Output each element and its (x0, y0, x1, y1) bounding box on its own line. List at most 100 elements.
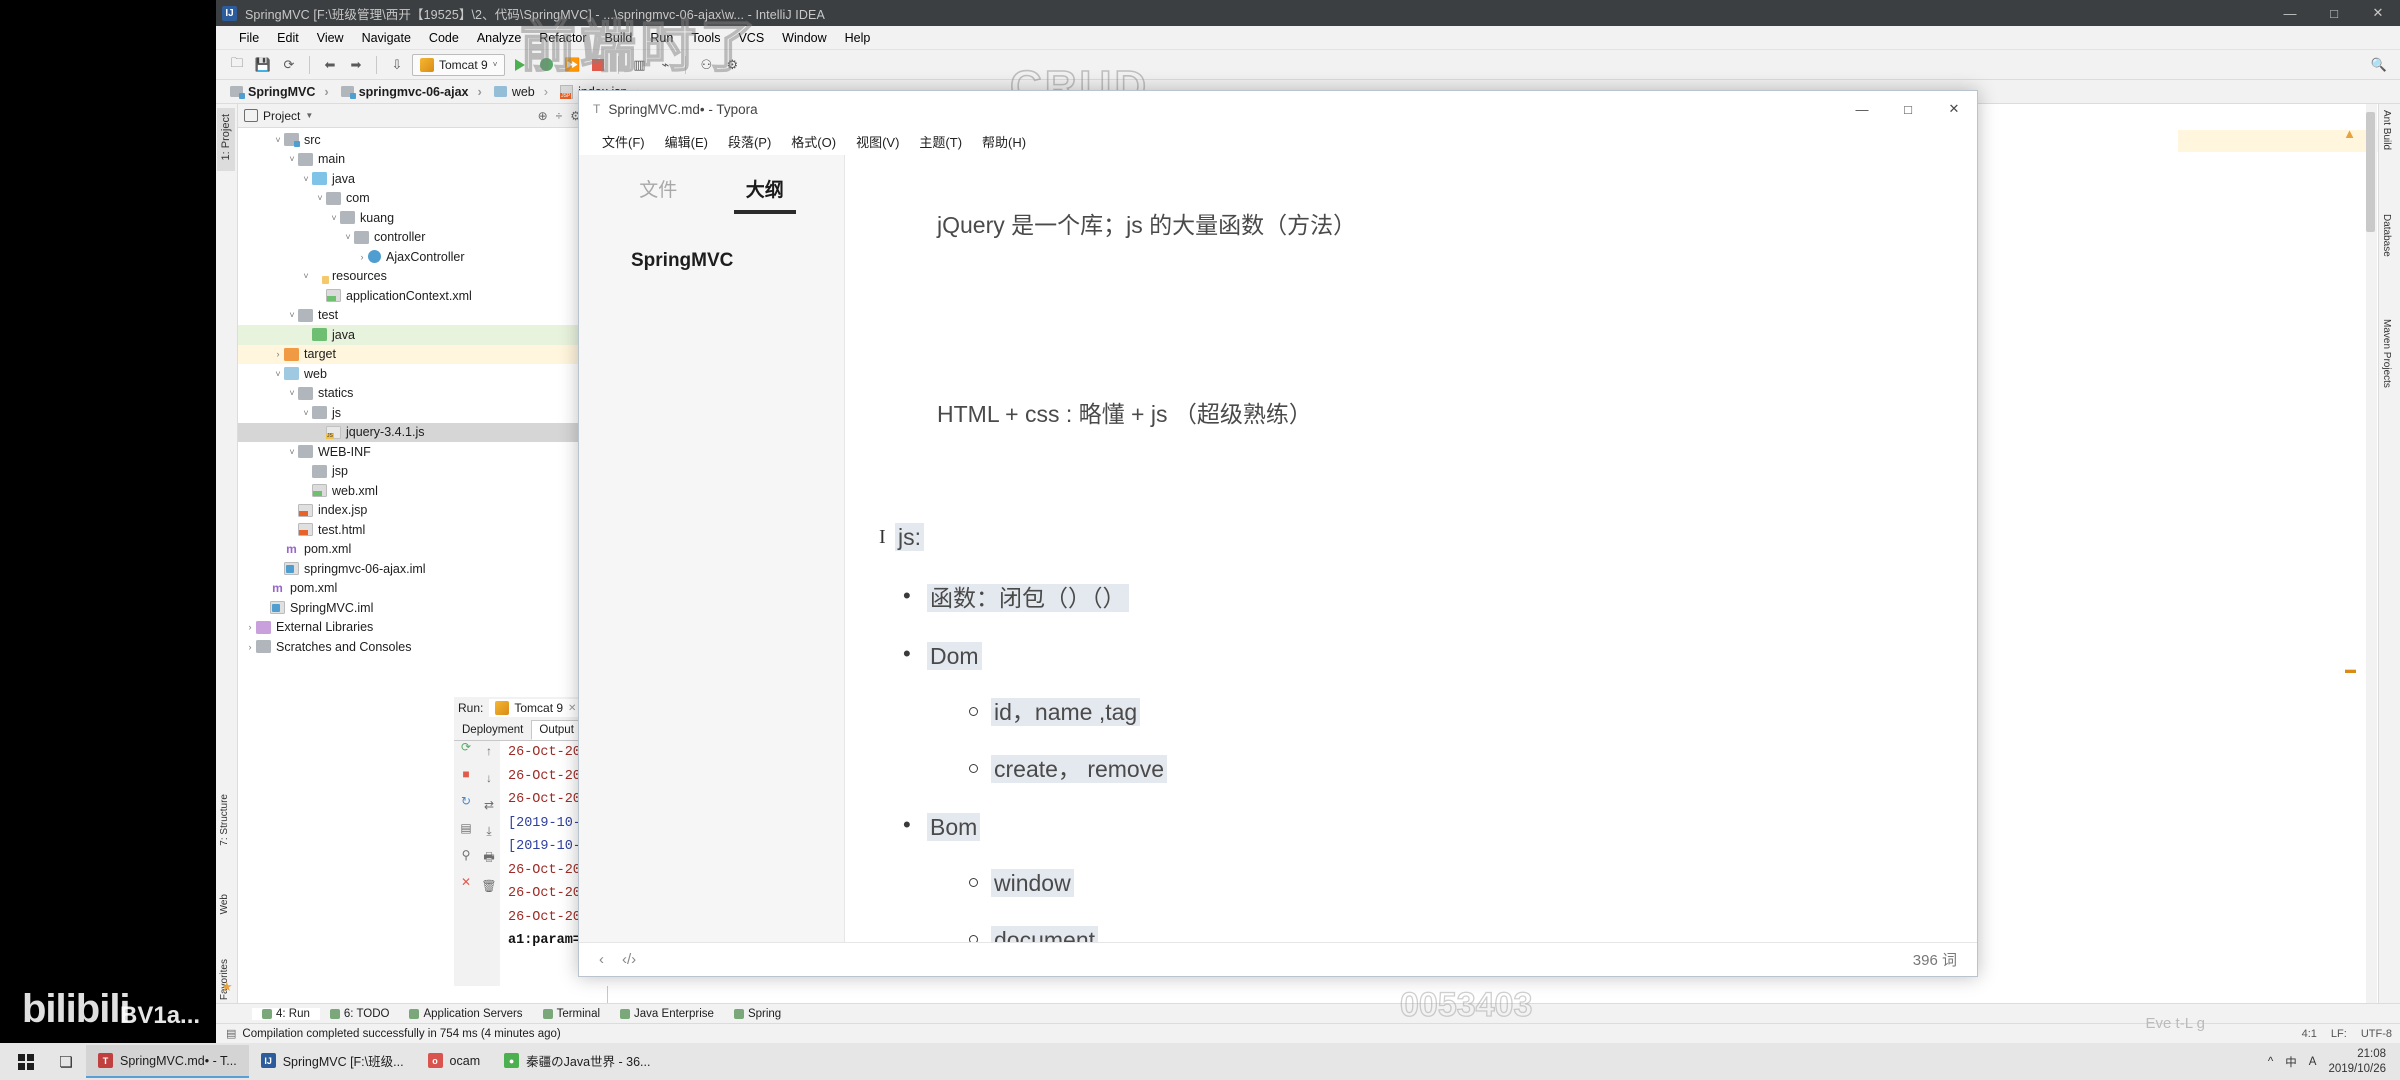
sidebar-item-structure[interactable]: 7: Structure (219, 794, 230, 851)
tree-node[interactable]: ˅ web (238, 364, 607, 384)
list-item[interactable]: 函数：闭包（）（） (893, 579, 1887, 617)
tree-node[interactable]: ˅ resources (238, 267, 607, 287)
breadcrumb-item-web[interactable]: web › (492, 84, 556, 99)
file-encoding[interactable]: UTF-8 (2361, 1028, 2392, 1040)
ime-icon[interactable]: 中 (2285, 1054, 2297, 1070)
export-icon[interactable]: ⤓ (482, 824, 497, 839)
menu-refactor[interactable]: Refactor (530, 29, 595, 47)
list-item[interactable]: create， remove (957, 752, 1887, 788)
tree-node[interactable]: jquery-3.4.1.js (238, 422, 607, 442)
editor-scrollbar[interactable] (2366, 104, 2377, 1003)
menu-file[interactable]: 文件(F) (593, 129, 654, 154)
sidebar-item-ant-build[interactable]: Ant Build (2381, 110, 2400, 155)
tree-node[interactable]: ˅ statics (238, 384, 607, 404)
close-icon[interactable]: ✕ (459, 874, 474, 889)
list-item[interactable]: id，name ,tag (957, 695, 1887, 731)
attach-icon[interactable]: ⌁ (654, 54, 676, 76)
layout-icon[interactable]: ▤ (459, 820, 474, 835)
sync-icon[interactable]: ⟳ (278, 54, 300, 76)
taskbar-item[interactable]: ● 秦疆のJava世界 - 36... (492, 1045, 662, 1078)
paragraph-html-css[interactable]: HTML + css : 略懂 + js （超级熟练） (937, 396, 1887, 433)
tree-node[interactable]: m pom.xml (238, 579, 607, 599)
minimize-button[interactable]: — (1839, 91, 1885, 127)
tool-window-button[interactable]: 6: TODO (320, 1008, 400, 1020)
update-project-icon[interactable]: ⚇ (695, 54, 717, 76)
back-arrow-icon[interactable]: ⬅ (319, 54, 341, 76)
tree-node[interactable]: ˅ com (238, 189, 607, 209)
menu-edit[interactable]: 编辑(E) (656, 129, 717, 154)
profile-icon[interactable]: ▥ (628, 54, 650, 76)
chevron-down-icon[interactable]: ˅ (300, 174, 312, 184)
chevron-down-icon[interactable]: ˅ (286, 154, 298, 164)
tree-node[interactable]: index.jsp (238, 501, 607, 521)
clock[interactable]: 21:08 2019/10/26 (2328, 1047, 2386, 1076)
tree-node[interactable]: ˅ kuang (238, 208, 607, 228)
tree-node[interactable]: springmvc-06-ajax.iml (238, 559, 607, 579)
clear-all-icon[interactable]: 🗑 (481, 878, 496, 893)
menu-edit[interactable]: Edit (268, 29, 308, 47)
tree-node[interactable]: › External Libraries (238, 618, 607, 638)
outline-item-springmvc[interactable]: SpringMVC (631, 250, 844, 272)
tool-window-button[interactable]: Spring (724, 1008, 791, 1020)
menu-analyze[interactable]: Analyze (468, 29, 530, 47)
menu-view[interactable]: View (308, 29, 353, 47)
tree-node[interactable]: › target (238, 344, 607, 364)
menu-build[interactable]: Build (596, 29, 642, 47)
chevron-down-icon[interactable]: ▼ (305, 111, 313, 120)
tool-window-button[interactable]: Application Servers (399, 1008, 532, 1020)
run-configuration-selector[interactable]: Tomcat 9 ˅ (412, 53, 506, 76)
tree-node[interactable]: ˅ test (238, 306, 607, 326)
tool-window-button[interactable]: Java Enterprise (610, 1008, 724, 1020)
compile-icon[interactable]: ⇩ (386, 54, 408, 76)
save-all-icon[interactable]: 💾 (252, 54, 274, 76)
tab-output[interactable]: Output (531, 720, 582, 740)
breadcrumb-item-springmvc[interactable]: SpringMVC › (228, 84, 337, 99)
maximize-button[interactable]: □ (1885, 91, 1931, 127)
run-with-coverage-button[interactable]: ⏩ (561, 54, 583, 76)
document-content[interactable]: jQuery 是一个库；js 的大量函数（方法） HTML + css : 略懂… (845, 155, 1977, 942)
tab-outline[interactable]: 大纲 (733, 175, 796, 214)
menu-theme[interactable]: 主题(T) (910, 129, 971, 154)
locate-icon[interactable]: ⊕ (538, 109, 548, 123)
tree-node[interactable]: ˅ WEB-INF (238, 442, 607, 462)
chevron-down-icon[interactable]: ˅ (328, 213, 340, 223)
chevron-right-icon[interactable]: › (244, 642, 256, 652)
run-button[interactable] (509, 54, 531, 76)
chevron-down-icon[interactable]: ˅ (300, 271, 312, 281)
menu-navigate[interactable]: Navigate (353, 29, 420, 47)
sidebar-item-project[interactable]: 1: Project (217, 108, 235, 172)
chevron-down-icon[interactable]: ˅ (314, 193, 326, 203)
list-item[interactable]: window (957, 866, 1887, 902)
rerun-icon[interactable]: ⟳ (459, 739, 474, 754)
menu-paragraph[interactable]: 段落(P) (719, 129, 780, 154)
tree-node[interactable]: applicationContext.xml (238, 286, 607, 306)
tree-node[interactable]: SpringMVC.iml (238, 598, 607, 618)
menu-code[interactable]: Code (420, 29, 468, 47)
forward-arrow-icon[interactable]: ➡ (345, 54, 367, 76)
menu-run[interactable]: Run (641, 29, 682, 47)
pin-icon[interactable]: ⚲ (459, 847, 474, 862)
tree-node[interactable]: web.xml (238, 481, 607, 501)
tree-node[interactable]: › Scratches and Consoles (238, 637, 607, 657)
sidebar-item-web[interactable]: Web (219, 894, 230, 919)
chevron-down-icon[interactable]: ˅ (300, 408, 312, 418)
tree-node[interactable]: ˅ controller (238, 228, 607, 248)
chevron-down-icon[interactable]: ˅ (286, 388, 298, 398)
tree-node[interactable]: m pom.xml (238, 540, 607, 560)
chevron-right-icon[interactable]: › (272, 349, 284, 359)
chevron-down-icon[interactable]: ˅ (342, 232, 354, 242)
tree-node[interactable]: › AjaxController (238, 247, 607, 267)
tree-node[interactable]: ˅ src (238, 130, 607, 150)
chevron-down-icon[interactable]: ˅ (272, 135, 284, 145)
sidebar-item-maven-projects[interactable]: Maven Projects (2381, 319, 2400, 393)
taskbar-item[interactable]: IJ SpringMVC [F:\班级... (249, 1045, 416, 1078)
sidebar-item-database[interactable]: Database (2381, 214, 2392, 262)
taskbar-item[interactable]: T SpringMVC.md• - T... (86, 1045, 249, 1078)
show-hidden-icons[interactable]: ^ (2268, 1056, 2273, 1068)
paragraph-js[interactable]: I js: (879, 519, 1887, 556)
search-everywhere-icon[interactable]: 🔍 (2368, 54, 2390, 76)
list-item[interactable]: document (957, 923, 1887, 942)
tool-window-button[interactable]: 4: Run (252, 1007, 320, 1020)
taskbar-item[interactable]: o ocam (416, 1045, 493, 1078)
collapse-all-icon[interactable]: ÷ (556, 109, 563, 123)
